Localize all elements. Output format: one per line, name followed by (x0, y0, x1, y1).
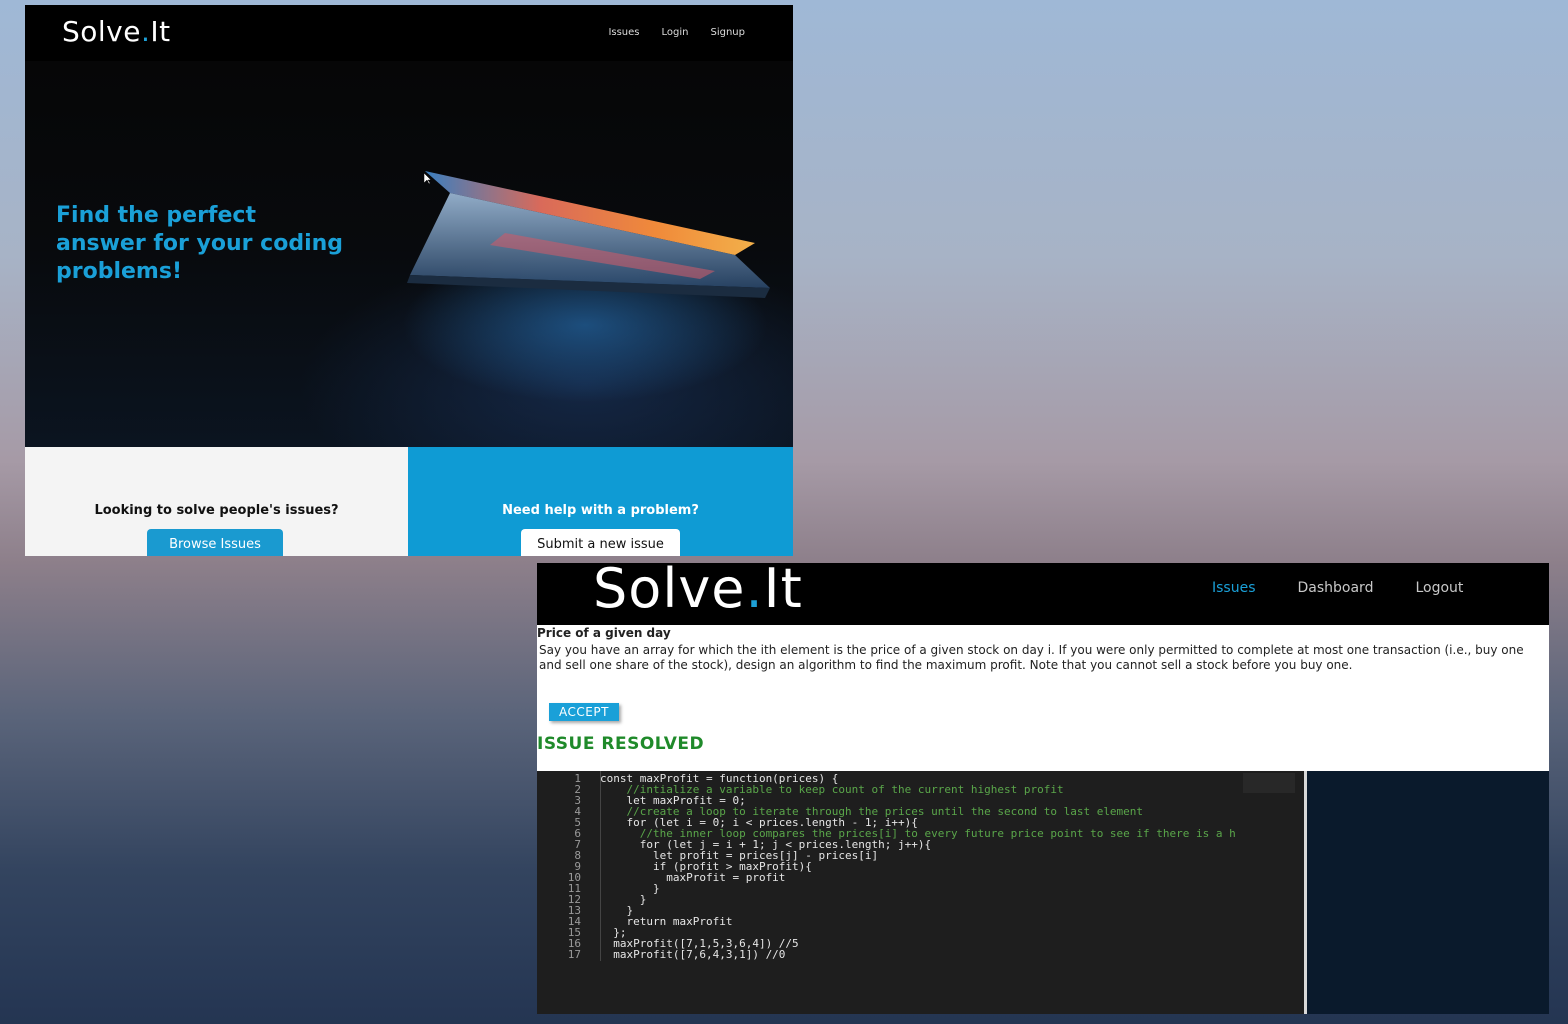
logo-text: Solve (62, 15, 141, 48)
help-panel-title: Need help with a problem? (502, 503, 699, 518)
side-panel (1307, 771, 1549, 1014)
logo-dot: . (745, 563, 764, 620)
nav-logout-link[interactable]: Logout (1415, 580, 1463, 596)
nav-issues-link[interactable]: Issues (608, 27, 639, 38)
browse-issues-button[interactable]: Browse Issues (147, 529, 283, 556)
nav-signup-link[interactable]: Signup (711, 27, 746, 38)
site-logo-large[interactable]: Solve.It (593, 563, 803, 620)
nav-links: Issues Login Signup (608, 27, 745, 38)
site-logo[interactable]: Solve.It (62, 15, 171, 48)
code-line[interactable]: maxProfit([7,6,4,3,1]) //0 (600, 949, 785, 960)
accept-button[interactable]: ACCEPT (549, 703, 619, 721)
mouse-cursor-icon (424, 173, 432, 185)
top-navbar: Solve.It Issues Login Signup (25, 5, 793, 61)
issue-detail-screenshot: Solve.It Issues Dashboard Logout Price o… (537, 563, 1549, 1014)
nav-login-link[interactable]: Login (662, 27, 689, 38)
solver-panel: Looking to solve people's issues? Browse… (25, 447, 408, 556)
issue-description: Say you have an array for which the ith … (539, 643, 1524, 672)
issue-status: ISSUE RESOLVED (537, 734, 705, 754)
laptop-image (407, 171, 770, 298)
nav-links: Issues Dashboard Logout (1212, 580, 1463, 596)
logo-text: Solve (593, 563, 746, 620)
logo-text-tail: It (763, 563, 803, 620)
logo-dot: . (140, 15, 151, 48)
issue-title: Price of a given day (537, 626, 671, 640)
top-navbar-logged-in: Solve.It Issues Dashboard Logout (537, 563, 1549, 625)
line-number: 17 (567, 948, 581, 961)
submit-issue-button[interactable]: Submit a new issue (521, 529, 680, 556)
landing-screenshot: Solve.It Issues Login Signup Find the pe… (25, 5, 793, 556)
logo-text-tail: It (150, 15, 171, 48)
editor-minimap[interactable] (1243, 773, 1295, 793)
nav-dashboard-link[interactable]: Dashboard (1298, 580, 1374, 596)
nav-issues-link[interactable]: Issues (1212, 580, 1256, 596)
help-panel: Need help with a problem? Submit a new i… (408, 447, 793, 556)
solver-panel-title: Looking to solve people's issues? (94, 503, 339, 518)
hero-tagline: Find the perfect answer for your coding … (56, 203, 344, 284)
